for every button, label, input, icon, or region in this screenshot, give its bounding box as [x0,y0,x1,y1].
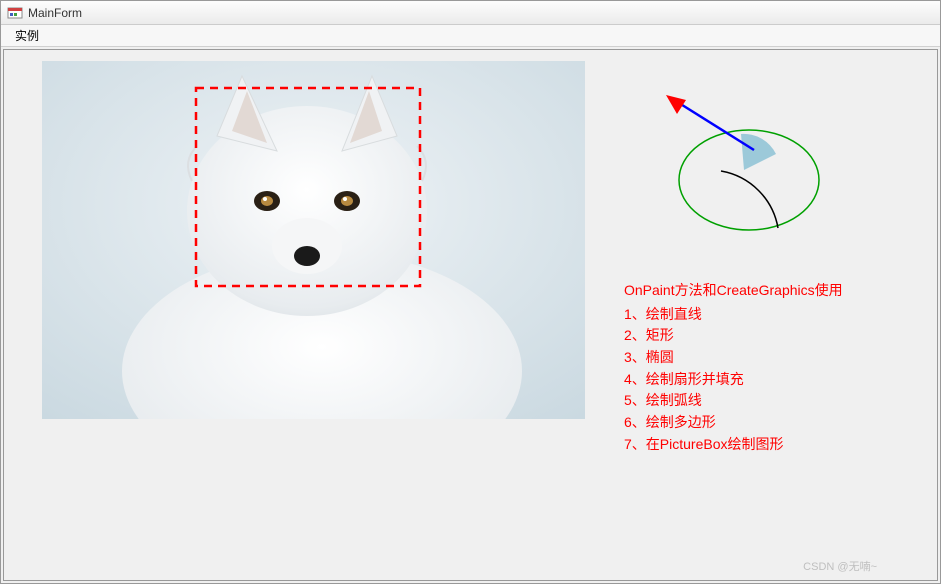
dashed-rectangle [194,86,422,288]
text-line-7: 7、在PictureBox绘制图形 [624,434,843,456]
graphics-canvas [624,70,884,250]
instruction-text: OnPaint方法和CreateGraphics使用 1、绘制直线 2、矩形 3… [624,280,843,456]
menu-item-shili[interactable]: 实例 [7,25,47,46]
client-area: OnPaint方法和CreateGraphics使用 1、绘制直线 2、矩形 3… [3,49,938,581]
text-line-3: 3、椭圆 [624,347,843,369]
pie-shape [741,134,776,170]
main-window: MainForm 实例 [0,0,941,584]
text-line-5: 5、绘制弧线 [624,390,843,412]
text-line-1: 1、绘制直线 [624,304,843,326]
text-line-6: 6、绘制多边形 [624,412,843,434]
menu-item-label: 实例 [15,29,39,43]
watermark: CSDN @无喃~ [803,558,877,574]
text-title: OnPaint方法和CreateGraphics使用 [624,280,843,302]
window-title: MainForm [28,6,82,20]
picture-box [42,61,585,419]
arrow-head [666,95,686,114]
text-line-4: 4、绘制扇形并填充 [624,369,843,391]
title-bar[interactable]: MainForm [1,1,940,25]
menu-bar: 实例 [1,25,940,47]
app-icon [7,5,23,21]
arc-shape [721,171,778,228]
arrow-line [679,103,754,150]
text-line-2: 2、矩形 [624,325,843,347]
